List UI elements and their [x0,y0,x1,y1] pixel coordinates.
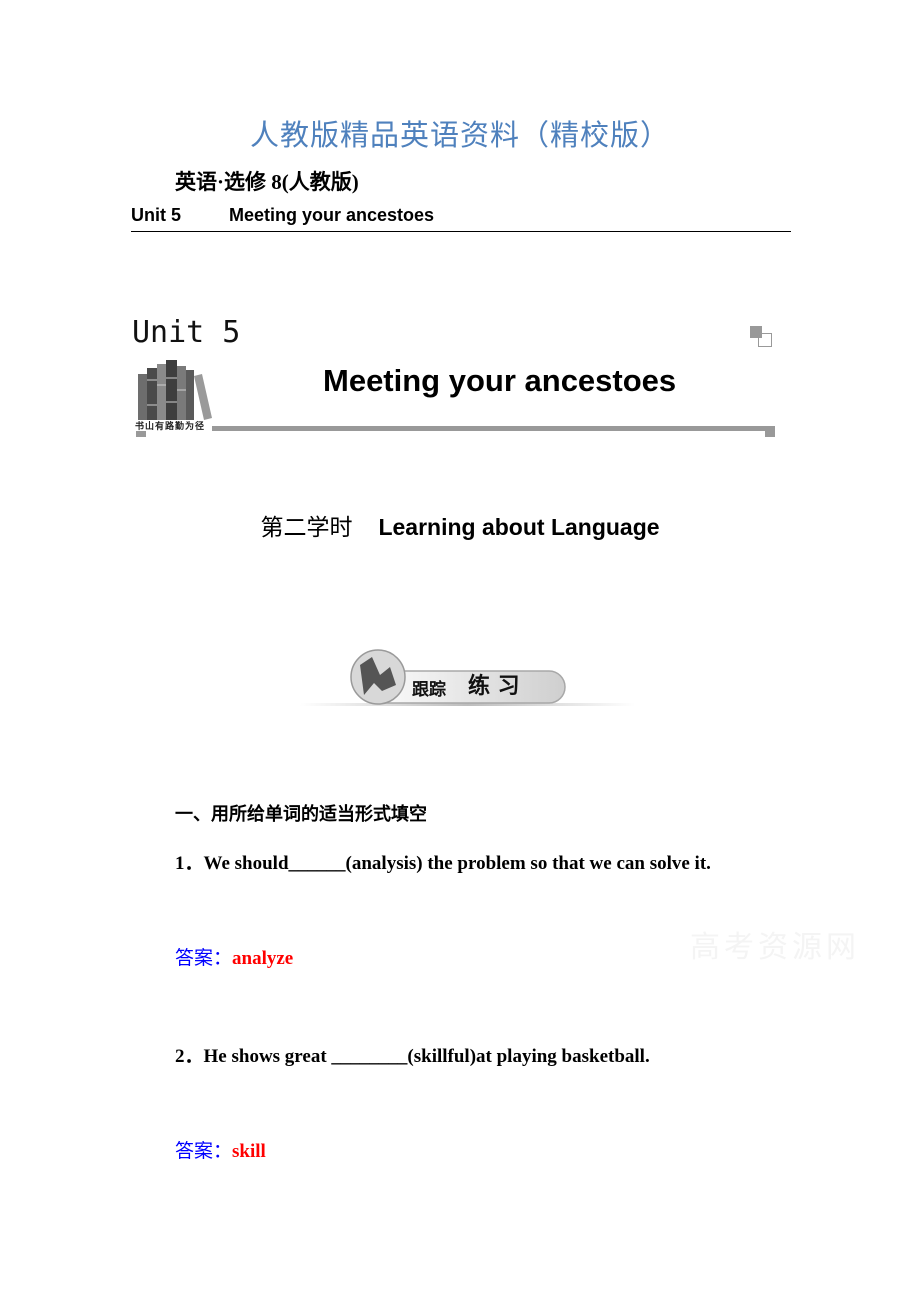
practice-banner: 跟踪 练 习 [300,649,635,706]
question-number: 2． [175,1046,204,1067]
answer-label: 答案： [175,947,233,969]
practice-label-emphasis: 练 习 [468,673,520,699]
question-text: He shows great ________(skillful)at play… [203,1046,650,1067]
banner-rule-cap-left [136,431,146,437]
corner-square-filled-icon [750,326,762,338]
answer-label: 答案： [175,1140,233,1162]
document-title: 人教版精品英语资料（精校版） [249,118,670,152]
banner-rule-cap-right [765,426,775,437]
banner-rule [212,426,775,431]
banner-main-title: Meeting your ancestoes [323,363,677,398]
banner-unit-label: Unit 5 [132,315,241,350]
answer-1: 答案：analyze [175,943,293,970]
unit-header: Unit 5 Meeting your ancestoes [131,205,791,232]
books-image [138,360,212,420]
answer-2: 答案：skill [175,1136,266,1163]
question-text: We should______(analysis) the problem so… [203,853,711,874]
practice-label: 跟踪 [412,679,446,700]
answer-value: skill [232,1141,266,1162]
question-1: 1．We should______(analysis) the problem … [175,848,711,875]
lesson-title: Learning about Language [378,514,660,540]
question-2: 2．He shows great ________(skillful)at pl… [175,1041,650,1068]
question-number: 1． [175,853,204,874]
unit-banner: Unit 5 书山有路勤为径 Meeting your ancestoes [130,315,780,445]
section-heading: 一、用所给单词的适当形式填空 [175,804,427,825]
watermark: 高考资源网 [690,930,860,965]
lesson-period: 第二学时 [260,515,353,541]
subject-line: 英语·选修 8(人教版) [175,170,359,194]
lesson-heading: 第二学时 Learning about Language [0,508,920,542]
unit-number: Unit 5 [131,205,182,225]
answer-value: analyze [232,948,294,969]
unit-title: Meeting your ancestoes [229,205,435,225]
